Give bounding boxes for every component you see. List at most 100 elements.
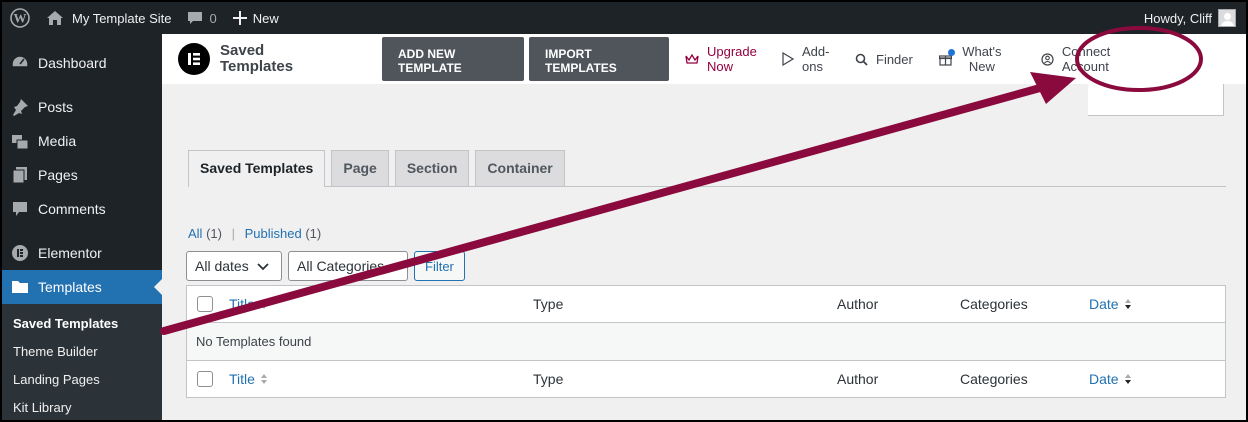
greeting: Howdy, Cliff xyxy=(1143,10,1212,26)
sidebar-item-label: Elementor xyxy=(38,245,102,261)
table-header-row: Title Type Author Categories Date xyxy=(187,286,1225,323)
site-name-link[interactable]: My Template Site xyxy=(38,2,179,34)
column-type-footer: Type xyxy=(533,371,564,387)
column-author-footer: Author xyxy=(837,371,879,387)
sidebar-item-posts[interactable]: Posts xyxy=(2,90,162,124)
addons-link[interactable]: Add-ons xyxy=(781,44,841,74)
chevron-down-icon xyxy=(257,258,269,274)
upgrade-label: Upgrade Now xyxy=(707,44,757,74)
tab-container[interactable]: Container xyxy=(475,150,565,186)
column-date[interactable]: Date xyxy=(1089,296,1132,312)
crown-icon xyxy=(685,53,699,65)
addons-label: Add-ons xyxy=(802,44,830,74)
sidebar-item-label: Media xyxy=(38,133,77,149)
upgrade-now-link[interactable]: Upgrade Now xyxy=(685,44,767,74)
submenu-kit-library[interactable]: Kit Library xyxy=(2,394,162,420)
new-content-link[interactable]: New xyxy=(225,2,287,34)
column-date-footer[interactable]: Date xyxy=(1089,371,1132,387)
whats-new-link[interactable]: What's New xyxy=(938,44,1019,74)
notification-dot xyxy=(947,48,955,56)
connect-account-link[interactable]: Connect Account xyxy=(1041,44,1131,74)
category-filter-select[interactable]: All Categories xyxy=(288,251,408,281)
table-footer-row: Title Type Author Categories Date xyxy=(187,360,1225,397)
template-type-tabs: Saved Templates Page Section Container xyxy=(188,150,1226,187)
list-filters: All dates All Categories Filter xyxy=(186,251,465,281)
sidebar-item-dashboard[interactable]: Dashboard xyxy=(2,46,162,80)
admin-bar: W My Template Site 0 New Howdy, Cliff xyxy=(2,2,1246,34)
site-name: My Template Site xyxy=(72,10,172,26)
sort-icon xyxy=(1124,298,1132,310)
filter-button[interactable]: Filter xyxy=(414,251,465,281)
my-account-link[interactable]: Howdy, Cliff xyxy=(1136,2,1246,34)
home-icon xyxy=(46,10,64,26)
sidebar-item-elementor[interactable]: Elementor xyxy=(2,236,162,270)
column-date-label: Date xyxy=(1089,371,1119,387)
wordpress-logo-icon[interactable]: W xyxy=(2,2,38,34)
column-type: Type xyxy=(533,296,564,312)
tab-page[interactable]: Page xyxy=(331,150,389,186)
add-new-template-button[interactable]: ADD NEW TEMPLATE xyxy=(382,37,524,81)
column-title-label: Title xyxy=(229,371,255,387)
tab-section[interactable]: Section xyxy=(394,150,470,186)
plus-icon xyxy=(232,11,247,25)
comment-bubble-icon xyxy=(187,10,203,26)
category-filter-value: All Categories xyxy=(297,258,385,274)
gift-icon xyxy=(938,48,955,66)
select-all-checkbox-footer[interactable] xyxy=(197,371,213,387)
sidebar-item-label: Posts xyxy=(38,99,74,115)
dropdown-panel xyxy=(1088,84,1224,116)
sidebar-item-label: Templates xyxy=(38,279,102,295)
column-title[interactable]: Title xyxy=(229,296,268,312)
column-categories-footer: Categories xyxy=(960,371,1028,387)
sort-icon xyxy=(1124,373,1132,385)
screenshot-frame: W My Template Site 0 New Howdy, Cliff Da… xyxy=(0,0,1248,422)
sidebar-item-media[interactable]: Media xyxy=(2,124,162,158)
sort-icon xyxy=(260,373,268,385)
pages-icon xyxy=(10,165,30,185)
date-filter-select[interactable]: All dates xyxy=(186,251,282,281)
submenu-saved-templates[interactable]: Saved Templates xyxy=(2,310,162,338)
view-published-label: Published xyxy=(244,226,302,241)
date-filter-value: All dates xyxy=(195,258,249,274)
view-all-label: All xyxy=(188,226,203,241)
import-templates-button[interactable]: IMPORT TEMPLATES xyxy=(529,37,669,81)
view-all-link[interactable]: All xyxy=(188,226,202,241)
page-title: Saved Templates xyxy=(220,42,294,75)
search-icon xyxy=(855,53,868,66)
column-author: Author xyxy=(837,296,879,312)
sidebar-item-templates[interactable]: Templates xyxy=(2,270,162,304)
view-published-count: (1) xyxy=(305,226,322,241)
finder-label: Finder xyxy=(876,51,913,67)
new-label: New xyxy=(252,10,279,26)
whats-new-label: What's New xyxy=(962,44,1002,74)
comments-link[interactable]: 0 xyxy=(179,2,224,34)
tab-saved-templates[interactable]: Saved Templates xyxy=(188,150,326,187)
addons-icon xyxy=(781,52,794,66)
submenu-landing-pages[interactable]: Landing Pages xyxy=(2,366,162,394)
sidebar-item-pages[interactable]: Pages xyxy=(2,158,162,192)
empty-row: No Templates found xyxy=(187,323,1225,360)
elementor-icon xyxy=(10,243,30,263)
empty-message: No Templates found xyxy=(196,334,312,349)
select-all-checkbox[interactable] xyxy=(197,296,213,312)
templates-table: Title Type Author Categories Date No Tem… xyxy=(186,285,1226,398)
dashboard-icon xyxy=(10,53,30,73)
templates-submenu: Saved Templates Theme Builder Landing Pa… xyxy=(2,304,162,420)
sidebar-item-label: Dashboard xyxy=(38,55,107,71)
sidebar-item-label: Comments xyxy=(38,201,106,217)
pin-icon xyxy=(10,97,30,117)
elementor-logo-icon xyxy=(178,43,210,75)
column-title-label: Title xyxy=(229,296,255,312)
elementor-top-bar: Saved Templates ADD NEW TEMPLATE IMPORT … xyxy=(162,34,1246,84)
column-title-footer[interactable]: Title xyxy=(229,371,268,387)
comments-count: 0 xyxy=(209,10,217,26)
view-published-link[interactable]: Published xyxy=(245,226,302,241)
admin-sidebar: Dashboard Posts Media Pages Comments Ele… xyxy=(2,34,162,420)
media-icon xyxy=(10,131,30,151)
sidebar-item-label: Pages xyxy=(38,167,78,183)
comment-icon xyxy=(10,199,30,219)
sidebar-item-comments[interactable]: Comments xyxy=(2,192,162,226)
column-categories: Categories xyxy=(960,296,1028,312)
submenu-theme-builder[interactable]: Theme Builder xyxy=(2,338,162,366)
finder-link[interactable]: Finder xyxy=(855,52,913,67)
